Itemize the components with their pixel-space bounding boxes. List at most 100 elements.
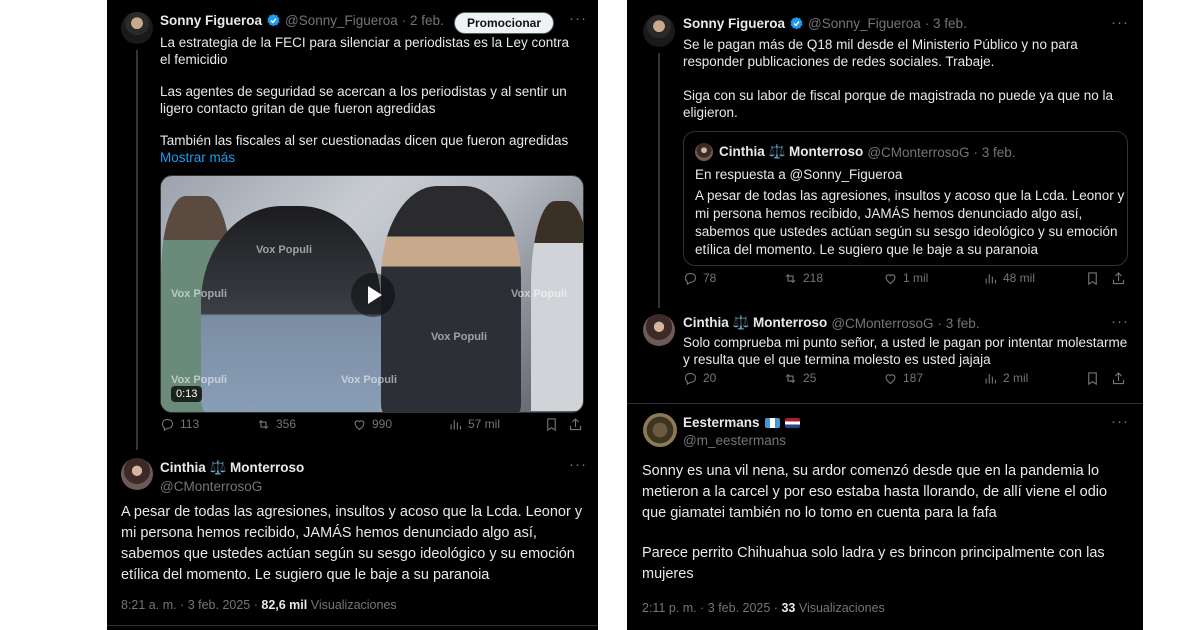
quote-header: Cinthia ⚖️ Monterroso @CMonterrosoG · 3 … (719, 144, 1016, 160)
like-icon (883, 271, 898, 286)
author-name[interactable]: Sonny Figueroa (683, 16, 785, 31)
reply-icon (683, 271, 698, 286)
like-button[interactable]: 187 (883, 371, 923, 386)
tweet-date[interactable]: · 3 feb. (938, 316, 980, 331)
video-frame-person (381, 186, 521, 412)
bookmark-button[interactable] (1085, 371, 1100, 386)
tweet-timestamp[interactable]: 2:11 p. m. · 3 feb. 2025 · (642, 601, 778, 615)
author-name[interactable]: Sonny Figueroa (160, 13, 262, 28)
reply-button[interactable]: 113 (160, 417, 199, 432)
video-duration: 0:13 (171, 386, 203, 402)
tweet-text-line: mi persona hemos recibido, JAMÁS hemos d… (121, 525, 537, 541)
views-button[interactable]: 57 mil (448, 417, 500, 432)
tweet-text-line: Parece perrito Chihuahua solo ladra y es… (642, 545, 1105, 561)
author-handle[interactable]: @Sonny_Figueroa (808, 16, 921, 31)
avatar[interactable] (643, 413, 677, 447)
video-player[interactable]: Vox Populi Vox Populi Vox Populi Vox Pop… (160, 175, 584, 413)
author-handle[interactable]: @CMonterrosoG (831, 316, 933, 331)
more-options-icon[interactable]: ··· (1111, 14, 1129, 31)
author-handle[interactable]: @m_eestermans (683, 433, 786, 448)
video-watermark: Vox Populi (341, 374, 398, 386)
tweet-text-line: mujeres (642, 566, 694, 582)
show-more-link[interactable]: Mostrar más (160, 149, 235, 166)
reply-button[interactable]: 78 (683, 271, 716, 286)
promote-button[interactable]: Promocionar (454, 12, 555, 34)
views-button[interactable]: 2 mil (983, 371, 1028, 386)
left-screenshot-panel: Sonny Figueroa @Sonny_Figueroa · 2 feb. … (107, 0, 598, 630)
tweet-header: Cinthia ⚖️ Monterroso @CMonterrosoG · 3 … (683, 315, 980, 331)
avatar[interactable] (121, 12, 153, 44)
quote-text-line: A pesar de todas las agresiones, insulto… (695, 188, 1125, 203)
author-handle[interactable]: @CMonterrosoG (160, 479, 262, 494)
tweet-text-line: etílica del momento. Le sugiero que le b… (121, 567, 490, 583)
author-name: Cinthia ⚖️ Monterroso (719, 144, 864, 159)
divider (107, 625, 598, 626)
avatar[interactable] (121, 458, 153, 490)
video-watermark: Vox Populi (171, 288, 228, 300)
author-name[interactable]: Cinthia ⚖️ Monterroso (683, 315, 827, 331)
tweet-text-p1: Se le pagan más de Q18 mil desde el Mini… (683, 37, 1078, 69)
views-button[interactable]: 48 mil (983, 271, 1035, 286)
more-options-icon[interactable]: ··· (1111, 413, 1129, 430)
guatemala-flag-icon (764, 417, 780, 428)
more-options-icon[interactable]: ··· (1111, 313, 1129, 330)
tweet-header: Eestermans @m_eestermans (683, 415, 800, 448)
video-watermark: Vox Populi (256, 244, 313, 256)
tweet-text-line: Sonny es una vil nena, su ardor comenzó … (642, 463, 1100, 479)
share-button[interactable] (568, 417, 583, 432)
more-options-icon[interactable]: ··· (569, 456, 587, 473)
tweet-date[interactable]: · 2 feb. (402, 13, 444, 28)
bookmark-button[interactable] (1085, 271, 1100, 286)
video-frame-person (531, 201, 583, 411)
share-button[interactable] (1111, 271, 1126, 286)
reply-button[interactable]: 20 (683, 371, 716, 386)
thread-line (658, 53, 660, 308)
share-icon (1111, 271, 1126, 286)
reply-to-label: En respuesta a @Sonny_Figueroa (695, 167, 903, 182)
share-button[interactable] (1111, 371, 1126, 386)
tweet-text-line: sabemos que ustedes actúan según su sesg… (121, 546, 575, 562)
reply-icon (160, 417, 175, 432)
video-watermark: Vox Populi (431, 331, 488, 343)
tweet-text-line: que giamatei también no lo tomo en cuent… (642, 505, 997, 521)
views-count: 33 (781, 601, 796, 615)
quote-text-line: sabemos que ustedes actúan según su sesg… (695, 224, 1118, 239)
repost-button[interactable]: 218 (783, 271, 823, 286)
bookmark-icon (1085, 271, 1100, 286)
verified-badge-icon (789, 16, 804, 31)
tweet-header: Sonny Figueroa @Sonny_Figueroa · 3 feb. (683, 16, 967, 31)
avatar[interactable] (643, 314, 675, 346)
views-count: 82,6 mil (261, 598, 308, 612)
more-options-icon[interactable]: ··· (569, 10, 587, 27)
share-icon (568, 417, 583, 432)
author-handle: @CMonterrosoG (867, 144, 970, 160)
views-icon (983, 371, 998, 386)
avatar[interactable] (643, 15, 675, 47)
tweet-header: Cinthia ⚖️ Monterroso @CMonterrosoG (160, 460, 304, 494)
author-name[interactable]: Eestermans (683, 415, 760, 430)
like-button[interactable]: 990 (352, 417, 392, 432)
views-icon (448, 417, 463, 432)
tweet-text-line: metieron a la carcel y por eso estaba ha… (642, 484, 1108, 500)
bookmark-icon (1085, 371, 1100, 386)
author-name[interactable]: Cinthia ⚖️ Monterroso (160, 460, 304, 476)
like-button[interactable]: 1 mil (883, 271, 928, 286)
tweet-date[interactable]: · 3 feb. (925, 16, 967, 31)
video-watermark: Vox Populi (171, 374, 228, 386)
author-handle[interactable]: @Sonny_Figueroa (285, 13, 398, 28)
divider (627, 403, 1143, 404)
tweet-timestamp[interactable]: 8:21 a. m. · 3 feb. 2025 · (121, 598, 258, 612)
like-icon (883, 371, 898, 386)
tweet-header: Sonny Figueroa @Sonny_Figueroa · 2 feb. (160, 13, 444, 28)
quoted-tweet[interactable]: Cinthia ⚖️ Monterroso @CMonterrosoG · 3 … (683, 131, 1128, 266)
play-icon[interactable] (351, 273, 395, 317)
views-icon (983, 271, 998, 286)
tweet-text-p3: También las fiscales al ser cuestionadas… (160, 133, 569, 148)
repost-button[interactable]: 356 (256, 417, 296, 432)
tweet-meta: 2:11 p. m. · 3 feb. 2025 · 33 Visualizac… (642, 601, 885, 615)
tweet-text-line: y resulta que el que termina molesto es … (683, 352, 991, 367)
repost-button[interactable]: 25 (783, 371, 816, 386)
quote-text-line: mi persona hemos recibido, JAMÁS hemos d… (695, 206, 1083, 221)
views-label: Visualizaciones (798, 601, 885, 615)
bookmark-button[interactable] (544, 417, 559, 432)
